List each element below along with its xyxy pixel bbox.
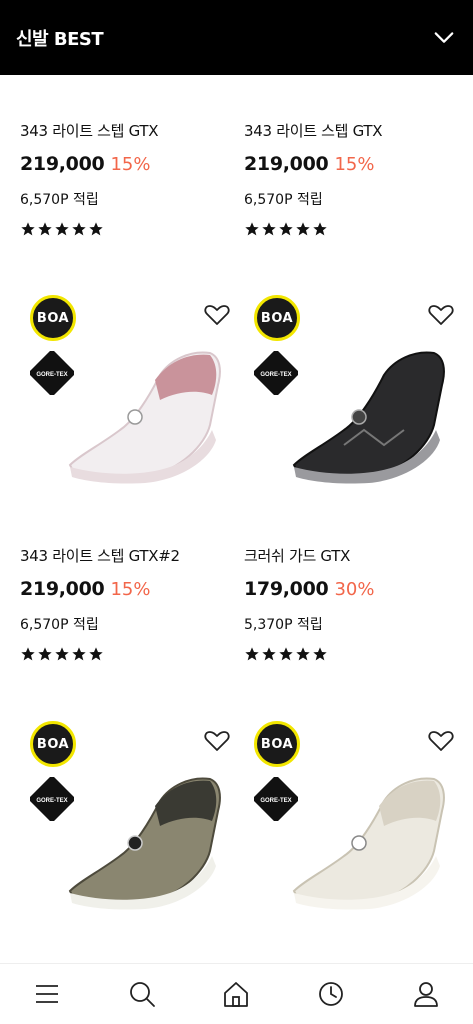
nav-recent-button[interactable]: [311, 974, 351, 1014]
star-icon: [21, 222, 35, 236]
product-card[interactable]: 343 라이트 스텝 GTX#2 219,000 15% 6,570P 적립: [20, 545, 240, 662]
star-icon: [296, 647, 310, 661]
star-icon: [72, 222, 86, 236]
nav-mypage-button[interactable]: [406, 974, 446, 1014]
product-price: 219,000: [20, 153, 105, 175]
bottom-nav: [0, 963, 473, 1024]
user-icon: [413, 982, 438, 1007]
star-icon: [89, 647, 103, 661]
star-icon: [262, 647, 276, 661]
heart-icon[interactable]: [428, 729, 454, 753]
star-icon: [279, 222, 293, 236]
star-icon: [89, 222, 103, 236]
product-image[interactable]: BOA GORE-TEX: [20, 295, 240, 505]
star-icon: [21, 647, 35, 661]
product-discount: 15%: [110, 154, 151, 175]
product-name: 343 라이트 스텝 GTX: [244, 122, 383, 140]
nav-home-button[interactable]: [216, 974, 256, 1014]
star-icon: [296, 222, 310, 236]
product-point: 6,570P 적립: [20, 192, 99, 208]
shoe-image: [292, 351, 445, 484]
product-grid: 343 라이트 스텝 GTX 219,000 15% 6,570P 적립 343…: [0, 75, 473, 963]
search-icon: [129, 982, 155, 1007]
product-card[interactable]: 343 라이트 스텝 GTX 219,000 15% 6,570P 적립: [20, 120, 240, 237]
star-icon: [38, 647, 52, 661]
home-icon: [224, 982, 249, 1007]
star-icon: [245, 647, 259, 661]
product-point: 6,570P 적립: [20, 617, 99, 633]
star-icon: [279, 647, 293, 661]
page-title: 신발 BEST: [16, 28, 104, 50]
shoe-image: [68, 777, 221, 910]
star-icon: [245, 222, 259, 236]
product-price: 219,000: [20, 578, 105, 600]
product-name: 343 라이트 스텝 GTX: [20, 122, 159, 140]
star-icon: [55, 647, 69, 661]
nav-menu-button[interactable]: [27, 974, 67, 1014]
star-icon: [262, 222, 276, 236]
product-card[interactable]: 크러쉬 가드 GTX 179,000 30% 5,370P 적립: [244, 545, 464, 662]
star-icon: [313, 222, 327, 236]
nav-search-button[interactable]: [122, 974, 162, 1014]
product-image[interactable]: BOA GORE-TEX: [20, 721, 240, 931]
product-price: 219,000: [244, 153, 329, 175]
product-discount: 15%: [110, 579, 151, 600]
star-icon: [313, 647, 327, 661]
rating-stars: [20, 221, 240, 237]
heart-icon[interactable]: [204, 303, 230, 327]
star-icon: [72, 647, 86, 661]
rating-stars: [244, 221, 464, 237]
product-discount: 15%: [334, 154, 375, 175]
product-name: 크러쉬 가드 GTX: [244, 547, 351, 565]
shoe-image: [292, 777, 445, 910]
product-point: 6,570P 적립: [244, 192, 323, 208]
product-point: 5,370P 적립: [244, 617, 323, 633]
product-name: 343 라이트 스텝 GTX#2: [20, 547, 180, 565]
star-icon: [38, 222, 52, 236]
rating-stars: [20, 646, 240, 662]
product-discount: 30%: [334, 579, 375, 600]
top-header: 신발 BEST: [0, 0, 473, 75]
shoe-image: [68, 351, 221, 484]
product-image[interactable]: BOA GORE-TEX: [244, 721, 464, 931]
recent-icon: [319, 982, 343, 1006]
heart-icon[interactable]: [428, 303, 454, 327]
product-image[interactable]: BOA GORE-TEX: [244, 295, 464, 505]
chevron-down-icon[interactable]: [433, 27, 455, 49]
menu-icon: [36, 985, 59, 1003]
product-card[interactable]: 343 라이트 스텝 GTX 219,000 15% 6,570P 적립: [244, 120, 464, 237]
heart-icon[interactable]: [204, 729, 230, 753]
star-icon: [55, 222, 69, 236]
rating-stars: [244, 646, 464, 662]
product-price: 179,000: [244, 578, 329, 600]
